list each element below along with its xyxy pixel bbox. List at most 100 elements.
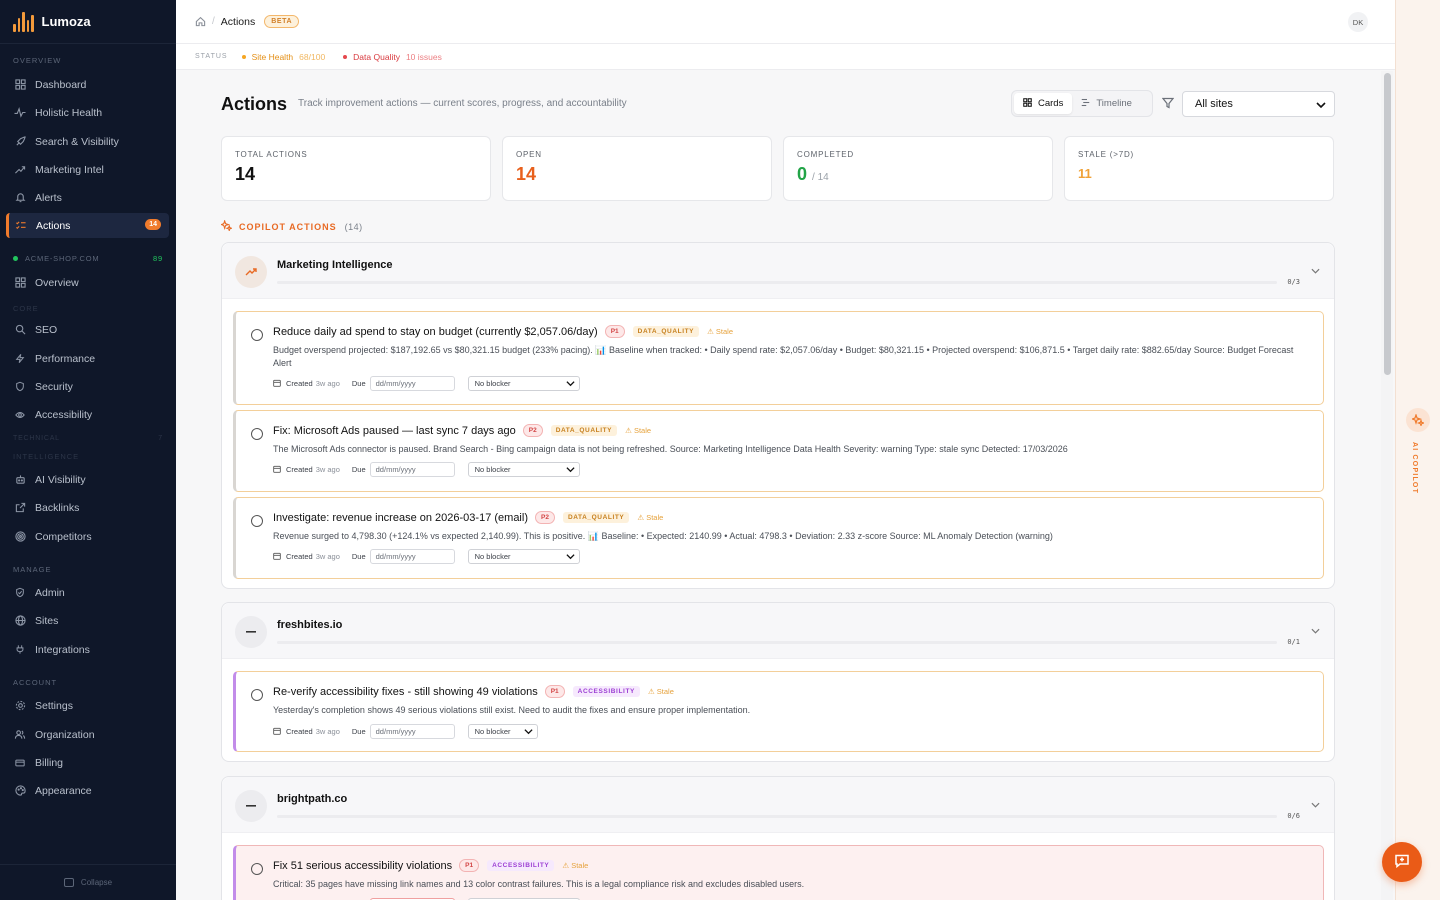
sidebar-item-label: Overview	[35, 276, 79, 289]
filter-icon[interactable]	[1161, 97, 1175, 112]
action-description: Budget overspend projected: $187,192.65 …	[273, 345, 1294, 368]
app-name: Lumoza	[41, 14, 91, 29]
sidebar-item-label: SEO	[35, 323, 58, 336]
complete-checkbox[interactable]	[251, 428, 263, 440]
group-title: brightpath.co	[277, 793, 348, 805]
blocker-select[interactable]: No blocker	[467, 376, 580, 391]
sidebar-item-sites[interactable]: Sites	[6, 608, 169, 633]
palette-icon	[14, 785, 26, 797]
sidebar-item-dashboard[interactable]: Dashboard	[6, 72, 169, 97]
sidebar-item-performance[interactable]: Performance	[6, 346, 169, 371]
sidebar-item-admin[interactable]: Admin	[6, 580, 169, 605]
due-date-input[interactable]: dd/mm/yyyy	[369, 724, 455, 739]
group-header[interactable]: brightpath.co 0/6	[222, 777, 1334, 833]
chevron-down-icon	[566, 379, 575, 390]
home-icon[interactable]	[195, 16, 206, 27]
sidebar-item-alerts[interactable]: Alerts	[6, 185, 169, 210]
group-header[interactable]: Marketing Intelligence 0/3	[222, 243, 1334, 299]
sidebar-item-backlinks[interactable]: Backlinks	[6, 495, 169, 520]
view-cards-button[interactable]: Cards	[1014, 93, 1073, 114]
sidebar-item-label: Accessibility	[35, 408, 93, 421]
avatar[interactable]: DK	[1348, 12, 1368, 32]
breadcrumb-separator: /	[212, 16, 215, 27]
section-label-account: ACCOUNT	[13, 678, 58, 687]
data-quality-status[interactable]: Data Quality 10 issues	[343, 52, 442, 62]
sparkle-icon[interactable]	[1406, 408, 1430, 432]
site-health-status[interactable]: Site Health 68/100	[241, 52, 325, 62]
sidebar-item-seo[interactable]: SEO	[6, 317, 169, 342]
action-group-brightpath: brightpath.co 0/6 Fix 51 serious accessi…	[221, 776, 1335, 900]
sidebar-item-integrations[interactable]: Integrations	[6, 637, 169, 662]
blocker-select[interactable]: No blocker	[467, 724, 538, 739]
sidebar-item-label: Appearance	[35, 784, 92, 797]
scrollbar-thumb[interactable]	[1384, 73, 1391, 375]
shield-icon	[14, 381, 26, 393]
site-selector[interactable]: ACME-SHOP.COM 89	[13, 254, 163, 263]
sidebar-item-label: AI Visibility	[35, 473, 86, 486]
complete-checkbox[interactable]	[251, 689, 263, 701]
sidebar-item-competitors[interactable]: Competitors	[6, 524, 169, 549]
priority-badge: P1	[604, 325, 625, 338]
sidebar-item-marketing-intel[interactable]: Marketing Intel	[6, 157, 169, 182]
priority-badge: P2	[522, 424, 543, 437]
group-progress-bar	[277, 815, 1277, 818]
chat-button[interactable]	[1382, 842, 1422, 882]
sidebar-item-search-visibility[interactable]: Search & Visibility	[6, 129, 169, 154]
chevron-down-icon[interactable]	[1311, 626, 1320, 637]
stat-total-actions: TOTAL ACTIONS 14	[221, 136, 491, 201]
chevron-down-icon[interactable]	[1311, 800, 1320, 811]
blocker-select[interactable]: No blocker	[467, 549, 580, 564]
action-card: Re-verify accessibility fixes - still sh…	[233, 671, 1324, 752]
action-card: Fix 51 serious accessibility violations …	[233, 845, 1324, 900]
site-filter-select[interactable]: All sites	[1182, 91, 1335, 117]
chat-icon	[1394, 853, 1410, 872]
sidebar-item-holistic-health[interactable]: Holistic Health	[6, 100, 169, 125]
complete-checkbox[interactable]	[251, 863, 263, 875]
stale-badge: ⚠ Stale	[562, 861, 589, 870]
sidebar-item-security[interactable]: Security	[6, 374, 169, 399]
complete-checkbox[interactable]	[251, 329, 263, 341]
group-header[interactable]: freshbites.io 0/1	[222, 603, 1334, 659]
collapse-sidebar-button[interactable]: Collapse	[0, 864, 176, 900]
sidebar-item-ai-visibility[interactable]: AI Visibility	[6, 467, 169, 492]
action-meta: Created3w ago Due dd/mm/yyyy No blocker	[273, 376, 580, 391]
trend-icon	[14, 164, 26, 176]
category-tag: ACCESSIBILITY	[487, 860, 555, 871]
main-scrollbar[interactable]	[1381, 71, 1393, 900]
sidebar-item-label: Alerts	[35, 191, 62, 204]
section-label-intelligence: INTELLIGENCE	[13, 452, 80, 461]
sidebar-item-organization[interactable]: Organization	[6, 722, 169, 747]
site-status-dot	[13, 256, 18, 261]
sidebar-item-label: Admin	[35, 586, 65, 599]
ai-copilot-rail[interactable]: AI COPILOT	[1395, 0, 1440, 900]
stat-stale: STALE (>7D) 11	[1064, 136, 1334, 201]
blocker-select[interactable]: No blocker	[467, 462, 580, 477]
sidebar-item-accessibility[interactable]: Accessibility	[6, 402, 169, 427]
view-timeline-button[interactable]: Timeline	[1072, 93, 1141, 114]
due-date-input[interactable]: dd/mm/yyyy	[369, 462, 455, 477]
sidebar-item-label: Actions	[36, 219, 71, 232]
stat-completed: COMPLETED 0 / 14	[783, 136, 1053, 201]
checklist-icon	[15, 220, 27, 232]
rocket-icon	[14, 136, 26, 148]
sidebar-item-appearance[interactable]: Appearance	[6, 778, 169, 803]
external-link-icon	[14, 502, 26, 514]
section-label-technical[interactable]: TECHNICAL 7	[13, 435, 163, 442]
sidebar-item-site-overview[interactable]: Overview	[6, 270, 169, 295]
group-progress-bar	[277, 281, 1277, 284]
action-meta: Created3w ago Due dd/mm/yyyy No blocker	[273, 462, 580, 477]
due-date-input[interactable]: dd/mm/yyyy	[369, 376, 455, 391]
complete-checkbox[interactable]	[251, 515, 263, 527]
sidebar-item-billing[interactable]: Billing	[6, 750, 169, 775]
sidebar-item-settings[interactable]: Settings	[6, 693, 169, 718]
action-card: Investigate: revenue increase on 2026-03…	[233, 497, 1324, 579]
data-quality-value: 10 issues	[405, 51, 442, 62]
action-meta: Created3w ago Due dd/mm/yyyy No blocker	[273, 724, 538, 739]
action-group-freshbites: freshbites.io 0/1 Re-verify accessibilit…	[221, 602, 1335, 762]
chevron-down-icon[interactable]	[1311, 266, 1320, 277]
data-quality-dot	[343, 54, 348, 59]
action-description: Critical: 35 pages have missing link nam…	[273, 879, 805, 889]
brand[interactable]: Lumoza	[0, 0, 176, 44]
due-date-input[interactable]: dd/mm/yyyy	[369, 549, 455, 564]
sidebar-item-actions[interactable]: Actions 14	[6, 213, 169, 238]
